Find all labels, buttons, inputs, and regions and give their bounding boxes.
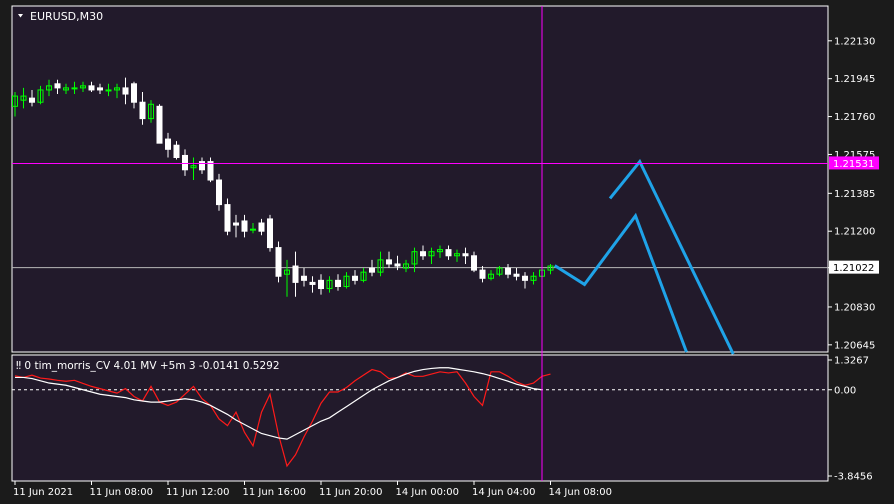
time-tick-label: 11 Jun 08:00: [90, 487, 154, 498]
price-tick-label: 1.21760: [834, 112, 875, 123]
candle-body: [318, 279, 324, 290]
candle-body: [97, 87, 103, 91]
candle-body: [471, 255, 477, 271]
candle-body: [105, 89, 112, 92]
indicator-tick-label: 0.00: [834, 385, 856, 396]
candle-body: [386, 259, 392, 265]
indicator-tick-label: 1.3267: [834, 356, 869, 367]
candle-body: [420, 251, 426, 257]
candle-body: [301, 275, 307, 281]
time-tick-label: 11 Jun 16:00: [243, 487, 307, 498]
candle-body: [513, 273, 520, 277]
candle-body: [505, 267, 511, 275]
time-tick-label: 11 Jun 2021: [13, 487, 73, 498]
candle: [207, 157, 214, 183]
time-tick-label: 11 Jun 20:00: [319, 487, 383, 498]
candle: [267, 214, 273, 252]
candle-body: [156, 105, 163, 144]
candle-body: [275, 247, 282, 277]
crosshair-price-marker: 1.21531: [829, 156, 879, 170]
price-axis[interactable]: 1.221301.219451.217601.215751.213851.212…: [828, 36, 875, 351]
indicator-tick-label: -3.8456: [834, 472, 873, 483]
time-tick-label: 14 Jun 00:00: [396, 487, 460, 498]
candle-body: [445, 249, 452, 257]
candle-body: [479, 269, 486, 279]
candle-body: [199, 161, 205, 171]
candle-body: [267, 218, 273, 249]
candle-body: [216, 179, 222, 206]
candle-body: [292, 265, 299, 283]
main-chart-window[interactable]: EURUSD,M30: [11, 5, 829, 355]
price-tick-label: 1.20645: [834, 340, 875, 351]
candle: [156, 104, 163, 144]
time-tick-label: 11 Jun 12:00: [166, 487, 230, 498]
price-tick-label: 1.21200: [834, 227, 875, 238]
symbol-timeframe-label: EURUSD,M30: [30, 10, 103, 23]
crosshair-price-text: 1.21531: [833, 159, 874, 170]
indicator-label: ‼ 0 tim_morris_CV 4.01 MV +5m 3 -0.0141 …: [16, 360, 280, 372]
indicator-window[interactable]: ‼ 0 tim_morris_CV 4.01 MV +5m 3 -0.0141 …: [11, 354, 829, 482]
candle-body: [131, 83, 137, 103]
candle-body: [165, 138, 171, 150]
candle-body: [71, 87, 78, 90]
price-tick-label: 1.20830: [834, 302, 875, 313]
trading-terminal: EURUSD,M30 ‼ 0 tim_morris_CV 4.01 MV +5m…: [0, 0, 894, 504]
candle-body: [122, 87, 129, 95]
candle-body: [352, 275, 358, 281]
candle-body: [335, 279, 341, 287]
candle-body: [207, 161, 214, 181]
candle-body: [224, 204, 231, 232]
time-tick-label: 14 Jun 04:00: [472, 487, 536, 498]
candle-body: [394, 263, 401, 267]
price-tick-label: 1.21385: [834, 189, 875, 200]
indicator-frame: [11, 354, 829, 482]
candle-body: [369, 267, 375, 273]
candle-body: [173, 144, 180, 159]
candle-body: [462, 253, 469, 257]
candle-body: [29, 97, 35, 103]
candle-body: [258, 222, 265, 232]
candle-body: [241, 220, 248, 232]
candle-body: [522, 275, 528, 281]
candle-body: [54, 83, 61, 89]
candle-body: [139, 101, 146, 120]
candle: [275, 241, 282, 283]
candle-body: [88, 85, 95, 91]
candle-body: [250, 228, 256, 231]
candle-body: [233, 222, 239, 226]
price-tick-label: 1.21945: [834, 74, 875, 85]
candle-body: [182, 154, 188, 171]
price-tick-label: 1.22130: [834, 36, 875, 47]
candle-body: [309, 281, 316, 285]
reference-price-marker: 1.21022: [829, 260, 879, 274]
time-tick-label: 14 Jun 08:00: [549, 487, 613, 498]
reference-price-text: 1.21022: [833, 263, 874, 274]
